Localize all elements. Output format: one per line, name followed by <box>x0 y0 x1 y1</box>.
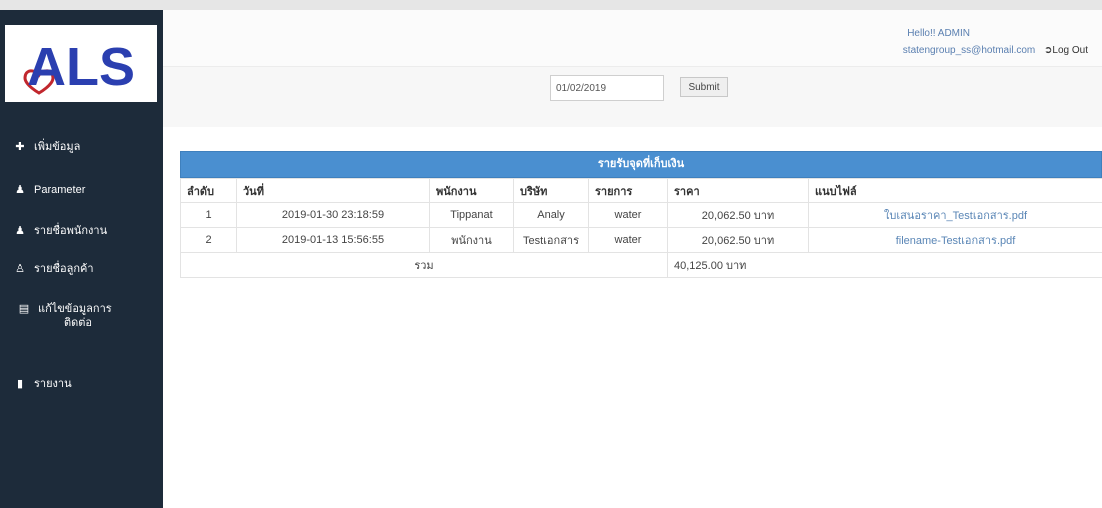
submit-button[interactable]: Submit <box>680 77 728 97</box>
sidebar-item-report[interactable]: ▮ รายงาน <box>12 377 160 391</box>
cell-date: 2019-01-13 15:56:55 <box>236 227 430 253</box>
cell-no: 2 <box>180 227 237 253</box>
table-row: 2 2019-01-13 15:56:55 พนักงาน Testเอกสาร… <box>180 227 1102 253</box>
cell-employee: Tippanat <box>429 202 514 228</box>
column-header-no: ลำดับ <box>180 178 237 203</box>
sidebar-item-employees[interactable]: ♟ รายชื่อพนักงาน <box>12 224 160 238</box>
cell-employee: พนักงาน <box>429 227 514 253</box>
cell-price: 20,062.50 บาท <box>667 227 809 253</box>
user-icon: ♟ <box>15 184 25 196</box>
sidebar: ALS ✚ เพิ่มข้อมูล ♟ Parameter ♟ รายชื่อพนัก… <box>0 10 163 508</box>
main-content: Hello!! ADMIN statengroup_ss@hotmail.com… <box>163 10 1102 508</box>
user-email: statengroup_ss@hotmail.com <box>902 45 1036 56</box>
report-table: ลำดับ วันที่ พนักงาน บริษัท รายการ ราคา … <box>180 178 1102 278</box>
logout-link[interactable]: ➲Log Out <box>1044 45 1088 56</box>
id-card-icon: ▤ <box>18 303 30 315</box>
table-header-row: ลำดับ วันที่ พนักงาน บริษัท รายการ ราคา … <box>180 178 1102 203</box>
column-header-file: แนบไฟล์ <box>808 178 1102 203</box>
cell-item: water <box>588 202 668 228</box>
cell-item: water <box>588 227 668 253</box>
sidebar-item-customers[interactable]: ♙ รายชื่อลูกค้า <box>12 262 160 276</box>
column-header-employee: พนักงาน <box>429 178 514 203</box>
report-panel: รายรับจุดที่เก็บเงิน ลำดับ วันที่ พนักงา… <box>180 151 1102 278</box>
als-logo-icon: ALS <box>23 37 135 97</box>
sidebar-item-edit-contact[interactable]: ▤ แก้ไขข้อมูลการ ติดต่อ <box>19 302 158 330</box>
column-header-company: บริษัท <box>513 178 589 203</box>
user-icon: ♟ <box>15 225 25 237</box>
sidebar-item-label: Parameter <box>34 184 86 196</box>
cell-company: Analy <box>513 202 589 228</box>
cell-no: 1 <box>180 202 237 228</box>
sidebar-item-label: รายงาน <box>34 378 72 390</box>
logo-text: ALS <box>27 37 135 97</box>
sidebar-item-label: รายชื่อพนักงาน <box>34 225 108 237</box>
sidebar-item-label-line1: แก้ไขข้อมูลการ <box>38 303 112 315</box>
header: Hello!! ADMIN statengroup_ss@hotmail.com… <box>163 10 1102 67</box>
total-label: รวม <box>180 252 668 278</box>
file-link[interactable]: filename-Testเอกสาร.pdf <box>808 227 1102 253</box>
date-input[interactable] <box>550 75 664 101</box>
table-row: 1 2019-01-30 23:18:59 Tippanat Analy wat… <box>180 202 1102 228</box>
sidebar-item-label-line2: ติดต่อ <box>64 317 93 329</box>
sidebar-item-parameter[interactable]: ♟ Parameter <box>12 183 160 197</box>
file-link[interactable]: ใบเสนอราคา_Testเอกสาร.pdf <box>808 202 1102 228</box>
top-band <box>0 0 1102 10</box>
report-title: รายรับจุดที่เก็บเงิน <box>180 151 1102 178</box>
plus-circle-icon: ✚ <box>15 141 25 153</box>
column-header-date: วันที่ <box>236 178 430 203</box>
sidebar-item-label: รายชื่อลูกค้า <box>34 263 94 275</box>
users-icon: ♙ <box>15 263 25 275</box>
book-icon: ▮ <box>16 378 24 390</box>
logout-label: Log Out <box>1052 45 1088 56</box>
sidebar-item-label: เพิ่มข้อมูล <box>34 141 81 153</box>
column-header-item: รายการ <box>588 178 668 203</box>
cell-company: Testเอกสาร <box>513 227 589 253</box>
cell-date: 2019-01-30 23:18:59 <box>236 202 430 228</box>
total-value: 40,125.00 บาท <box>667 252 1102 278</box>
table-total-row: รวม 40,125.00 บาท <box>180 252 1102 278</box>
column-header-price: ราคา <box>667 178 809 203</box>
cell-price: 20,062.50 บาท <box>667 202 809 228</box>
user-block: Hello!! ADMIN statengroup_ss@hotmail.com… <box>903 28 1088 56</box>
logo[interactable]: ALS <box>5 25 157 102</box>
sidebar-item-add-data[interactable]: ✚ เพิ่มข้อมูล <box>12 140 160 154</box>
filter-bar: Submit <box>163 67 1102 127</box>
greeting-text: Hello!! ADMIN <box>907 28 970 39</box>
